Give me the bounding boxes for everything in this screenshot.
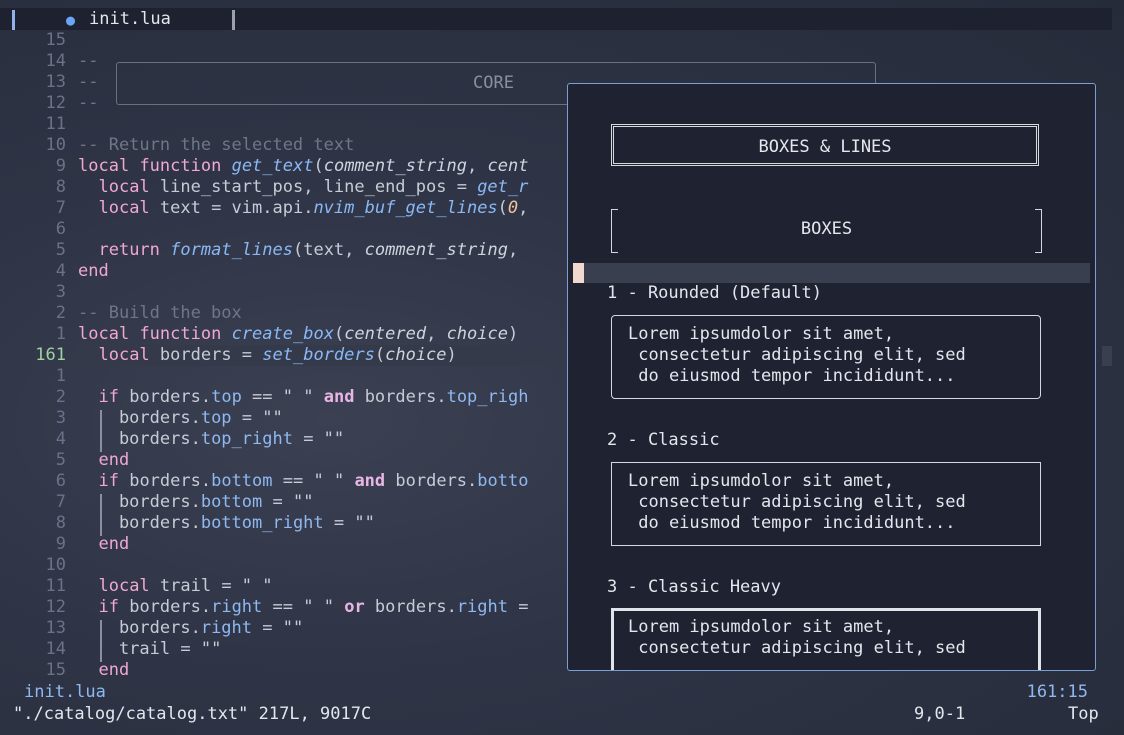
status-filename: init.lua <box>24 682 106 702</box>
line-number: 14 <box>45 639 66 659</box>
line-number: 10 <box>45 555 66 575</box>
line-number: 4 <box>55 261 66 281</box>
line-text: borders.top = "" <box>78 408 283 428</box>
section-label: BOXES <box>800 219 853 239</box>
line-number: 5 <box>55 450 66 470</box>
line-number: 2 <box>55 387 66 407</box>
tab-init-lua[interactable]: init.lua <box>89 9 171 29</box>
line-number: 9 <box>55 156 66 176</box>
line-number: 3 <box>55 282 66 302</box>
line-number: 11 <box>45 114 66 134</box>
line-text: end <box>98 534 130 554</box>
line-text: end <box>98 660 130 680</box>
line-text: local function create_box(centered, choi… <box>78 324 519 344</box>
line-number: 1 <box>55 324 66 344</box>
line-number: 9 <box>55 534 66 554</box>
line-text: if borders.top == " " and borders.top_ri… <box>98 387 529 407</box>
sample-classic: Lorem ipsumdolor sit amet, consectetur a… <box>611 462 1041 546</box>
indent-guide <box>100 620 102 662</box>
indent-guide <box>100 410 102 452</box>
line-number: 1 <box>55 366 66 386</box>
popup-cursor-line <box>573 263 1090 283</box>
scroll-position: Top <box>1068 704 1099 724</box>
line-text: local text = vim.api.nvim_buf_get_lines(… <box>98 198 529 218</box>
line-number: 5 <box>55 240 66 260</box>
line-number: 15 <box>45 660 66 680</box>
option-heading[interactable]: 2 - Classic <box>607 430 720 450</box>
line-text: if borders.bottom == " " and borders.bot… <box>98 471 529 491</box>
command-line[interactable]: "./catalog/catalog.txt" 217L, 9017C 9,0-… <box>0 703 1124 725</box>
line-text: -- <box>78 93 99 113</box>
line-text: borders.top_right = "" <box>78 429 345 449</box>
line-number: 2 <box>55 303 66 323</box>
line-number: 12 <box>45 597 66 617</box>
line-text: borders.right = "" <box>78 618 304 638</box>
line-number: 8 <box>55 177 66 197</box>
section-boxes: BOXES <box>611 209 1042 253</box>
text-cursor <box>573 263 584 283</box>
line-number: 7 <box>55 492 66 512</box>
tab-separator <box>232 10 235 30</box>
line-number: 14 <box>45 51 66 71</box>
lua-file-icon: ● <box>66 11 76 29</box>
line-text: end <box>98 450 130 470</box>
ruler: 9,0-1 <box>914 704 966 724</box>
line-number: 13 <box>45 72 66 92</box>
sample-classic-heavy: Lorem ipsumdolor sit amet, consectetur a… <box>611 608 1041 670</box>
core-section-label: CORE <box>473 73 514 93</box>
line-text: -- Build the box <box>78 303 242 323</box>
line-number: 3 <box>55 408 66 428</box>
line-text: local line_start_pos, line_end_pos = get… <box>98 177 529 197</box>
line-number: 6 <box>55 219 66 239</box>
popup-title: BOXES & LINES <box>758 137 892 157</box>
line-number: 12 <box>45 93 66 113</box>
line-text: local function get_text(comment_string, … <box>78 156 529 176</box>
line-number: 11 <box>45 576 66 596</box>
option-heading[interactable]: 3 - Classic Heavy <box>607 577 781 597</box>
line-number: 10 <box>45 135 66 155</box>
line-number: 4 <box>55 429 66 449</box>
line-text: -- Return the selected text <box>78 135 355 155</box>
line-number: 7 <box>55 198 66 218</box>
line-text: if borders.right == " " or borders.right… <box>98 597 529 617</box>
line-text: borders.bottom_right = "" <box>78 513 375 533</box>
status-position: 161:15 <box>1026 682 1088 702</box>
line-text: return format_lines(text, comment_string… <box>98 240 519 260</box>
line-text: -- <box>78 51 99 71</box>
line-text: -- <box>78 72 99 92</box>
statusline: init.lua 161:15 <box>0 682 1112 703</box>
floating-window[interactable]: BOXES & LINES BOXES 1 - Rounded (Default… <box>567 83 1096 671</box>
line-text: local borders = set_borders(choice) <box>98 345 457 365</box>
line-text: local trail = " " <box>98 576 273 596</box>
line-number: 6 <box>55 471 66 491</box>
tab-indicator <box>12 10 15 30</box>
line-number: 161 <box>35 345 66 365</box>
command-message: "./catalog/catalog.txt" 217L, 9017C <box>13 704 372 724</box>
indent-guide <box>100 494 102 536</box>
popup-title-box: BOXES & LINES <box>611 124 1039 166</box>
scroll-indicator[interactable] <box>1102 346 1112 366</box>
sample-rounded: Lorem ipsumdolor sit amet, consectetur a… <box>611 315 1041 399</box>
line-number: 13 <box>45 618 66 638</box>
line-text: end <box>78 261 109 281</box>
line-number: 15 <box>45 30 66 50</box>
option-heading[interactable]: 1 - Rounded (Default) <box>607 283 822 303</box>
line-text: borders.bottom = "" <box>78 492 314 512</box>
line-number: 8 <box>55 513 66 533</box>
